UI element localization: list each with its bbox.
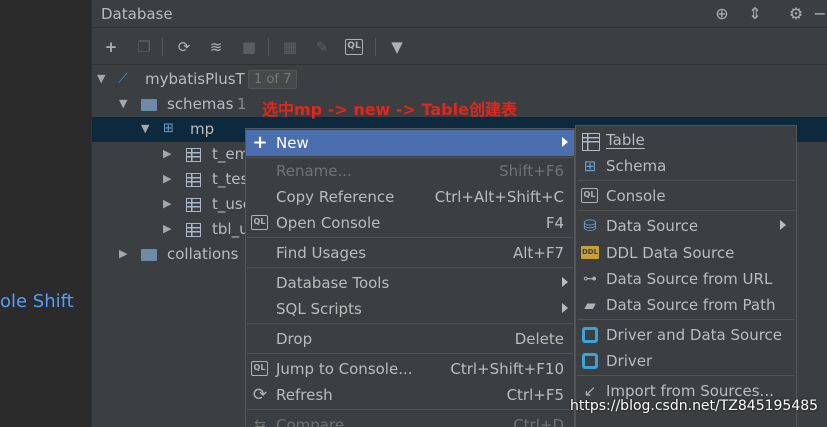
- expand-arrow-icon[interactable]: ▼: [97, 72, 109, 85]
- table-icon: [186, 198, 201, 212]
- table-icon: [186, 148, 201, 162]
- menu-item-new[interactable]: + New: [246, 130, 574, 156]
- schema-icon: ⊞: [583, 157, 597, 175]
- submenu-item-driver-and-data-source[interactable]: Driver and Data Source: [576, 322, 796, 348]
- ql-console-icon: QL: [581, 188, 598, 203]
- table-label: tbl_u: [212, 220, 249, 238]
- copy-icon[interactable]: ❐: [134, 37, 154, 57]
- table-icon: [186, 223, 201, 237]
- refresh-icon: ⟳: [252, 385, 268, 405]
- expand-arrow-icon[interactable]: ▶: [163, 147, 175, 160]
- submenu-item-data-source-from-url[interactable]: ⊶ Data Source from URL: [576, 266, 796, 292]
- stop-icon[interactable]: ■: [239, 37, 259, 57]
- tree-item-datasource[interactable]: ▼ ⟋ mybatisPlusT 1 of 7: [92, 67, 827, 92]
- plus-icon: +: [252, 132, 268, 153]
- menu-item-refresh[interactable]: ⟳ Refresh Ctrl+F5: [246, 382, 574, 408]
- submenu-item-console[interactable]: QL Console: [576, 183, 796, 209]
- menu-item-copy-reference[interactable]: Copy Reference Ctrl+Alt+Shift+C: [246, 184, 574, 210]
- folder-icon: [141, 249, 157, 261]
- menu-item-open-console[interactable]: QL Open Console F4: [246, 210, 574, 236]
- hide-icon[interactable]: −: [810, 4, 827, 24]
- gear-icon[interactable]: ⚙: [786, 4, 806, 24]
- submenu-item-data-source-from-path[interactable]: ▰ Data Source from Path: [576, 292, 796, 318]
- submenu-arrow-icon: [562, 277, 568, 287]
- table-label: t_em: [212, 145, 250, 163]
- folder-icon: [141, 99, 157, 111]
- datasource-icon: ⟋: [118, 71, 128, 87]
- watermark-text: https://blog.csdn.net/TZ845195485: [570, 398, 819, 414]
- collapse-all-icon[interactable]: ⇕: [745, 4, 765, 24]
- expand-arrow-icon[interactable]: ▶: [163, 197, 175, 210]
- database-icon: ⛁: [583, 216, 597, 235]
- folder-open-icon: ▰: [584, 296, 596, 314]
- expand-arrow-icon[interactable]: ▼: [119, 97, 131, 110]
- url-icon: ⊶: [583, 271, 597, 287]
- menu-item-jump-to-console[interactable]: QL Jump to Console... Ctrl+Shift+F10: [246, 356, 574, 382]
- submenu-item-table[interactable]: Table: [576, 127, 796, 153]
- submenu-arrow-icon: [562, 137, 568, 147]
- submenu-item-schema[interactable]: ⊞ Schema: [576, 153, 796, 179]
- expand-arrow-icon[interactable]: ▶: [163, 222, 175, 235]
- editor-text-fragment: ole Shift: [0, 291, 74, 312]
- submenu-item-ddl-data-source[interactable]: DDL DDL Data Source: [576, 240, 796, 266]
- menu-item-compare[interactable]: ⇆ Compare Ctrl+D: [246, 412, 574, 427]
- datasource-badge: 1 of 7: [248, 70, 298, 89]
- target-icon[interactable]: ⊕: [712, 4, 732, 24]
- filter-icon[interactable]: ▼: [387, 37, 407, 57]
- tool-window-title: Database: [101, 5, 173, 23]
- ql-console-icon[interactable]: QL: [345, 39, 363, 55]
- submenu-item-data-source[interactable]: ⛁ Data Source: [576, 213, 796, 239]
- edit-icon[interactable]: ✎: [312, 37, 332, 57]
- datasource-label: mybatisPlusT: [145, 70, 245, 88]
- context-menu: + New Rename... Shift+F6 Copy Reference …: [245, 128, 575, 427]
- ql-console-icon: QL: [251, 215, 268, 230]
- add-icon[interactable]: +: [101, 37, 121, 57]
- compare-icon: ⇆: [254, 417, 266, 427]
- driver-icon: [582, 353, 598, 369]
- editor-area: ole Shift: [0, 0, 91, 427]
- table-icon: [582, 133, 600, 151]
- table-icon: [186, 173, 201, 187]
- ddl-icon: DDL: [581, 246, 599, 259]
- table-label: t_tes: [212, 170, 249, 188]
- collations-label: collations: [167, 245, 239, 263]
- driver-icon: [582, 327, 598, 343]
- menu-item-rename[interactable]: Rename... Shift+F6: [246, 158, 574, 184]
- menu-item-find-usages[interactable]: Find Usages Alt+F7: [246, 240, 574, 266]
- expand-arrow-icon[interactable]: ▼: [141, 122, 153, 135]
- database-toolbar: + ❐ ⟳ ≋ ■ ▦ ✎ QL ▼: [92, 29, 827, 65]
- expand-arrow-icon[interactable]: ▶: [119, 247, 131, 260]
- schemas-count: 1: [237, 95, 247, 113]
- schema-icon: ⊞: [163, 121, 174, 136]
- table-view-icon[interactable]: ▦: [280, 37, 300, 57]
- schemas-label: schemas: [167, 95, 234, 113]
- expand-arrow-icon[interactable]: ▶: [163, 172, 175, 185]
- menu-item-drop[interactable]: Drop Delete: [246, 326, 574, 352]
- submenu-item-driver[interactable]: Driver: [576, 348, 796, 374]
- menu-item-sql-scripts[interactable]: SQL Scripts: [246, 296, 574, 322]
- submenu-arrow-icon: [562, 303, 568, 313]
- annotation-text: 选中mp -> new -> Table创建表: [262, 100, 517, 119]
- tool-window-header: Database ⊕ ⇕ ⚙ −: [92, 0, 827, 28]
- mp-label: mp: [190, 120, 215, 138]
- menu-item-database-tools[interactable]: Database Tools: [246, 270, 574, 296]
- new-submenu: Table ⊞ Schema QL Console ⛁ Data Source …: [575, 125, 797, 427]
- schema-sync-icon[interactable]: ≋: [206, 37, 226, 57]
- submenu-arrow-icon: [780, 220, 786, 230]
- refresh-icon[interactable]: ⟳: [174, 37, 194, 57]
- ql-console-icon: QL: [251, 361, 268, 376]
